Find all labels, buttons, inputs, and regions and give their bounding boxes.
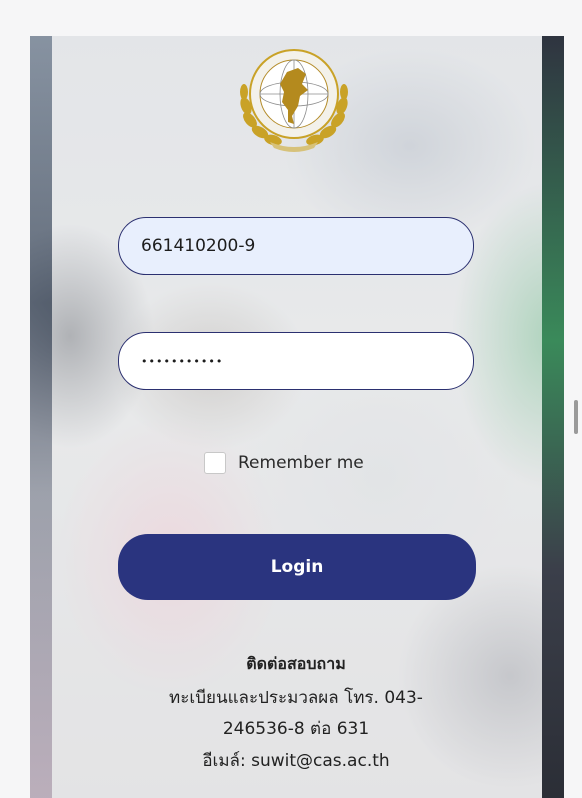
- contact-title: ติดต่อสอบถาม: [246, 654, 346, 673]
- college-logo: [240, 49, 348, 152]
- remember-me-checkbox[interactable]: [204, 452, 226, 474]
- password-input[interactable]: [118, 332, 474, 390]
- remember-me[interactable]: Remember me: [204, 450, 364, 476]
- background-left-edge: [30, 36, 52, 798]
- scroll-grip[interactable]: [574, 400, 578, 434]
- username-input[interactable]: [118, 217, 474, 275]
- contact-phone-line: ทะเบียนและประมวลผล โทร. 043-: [169, 688, 423, 708]
- login-button[interactable]: Login: [118, 534, 476, 600]
- background-right-edge: [542, 36, 564, 798]
- remember-me-label: Remember me: [238, 453, 364, 473]
- contact-email: อีเมล์: suwit@cas.ac.th: [202, 751, 390, 771]
- contact-phone-line-2: 246536-8 ต่อ 631: [222, 719, 370, 739]
